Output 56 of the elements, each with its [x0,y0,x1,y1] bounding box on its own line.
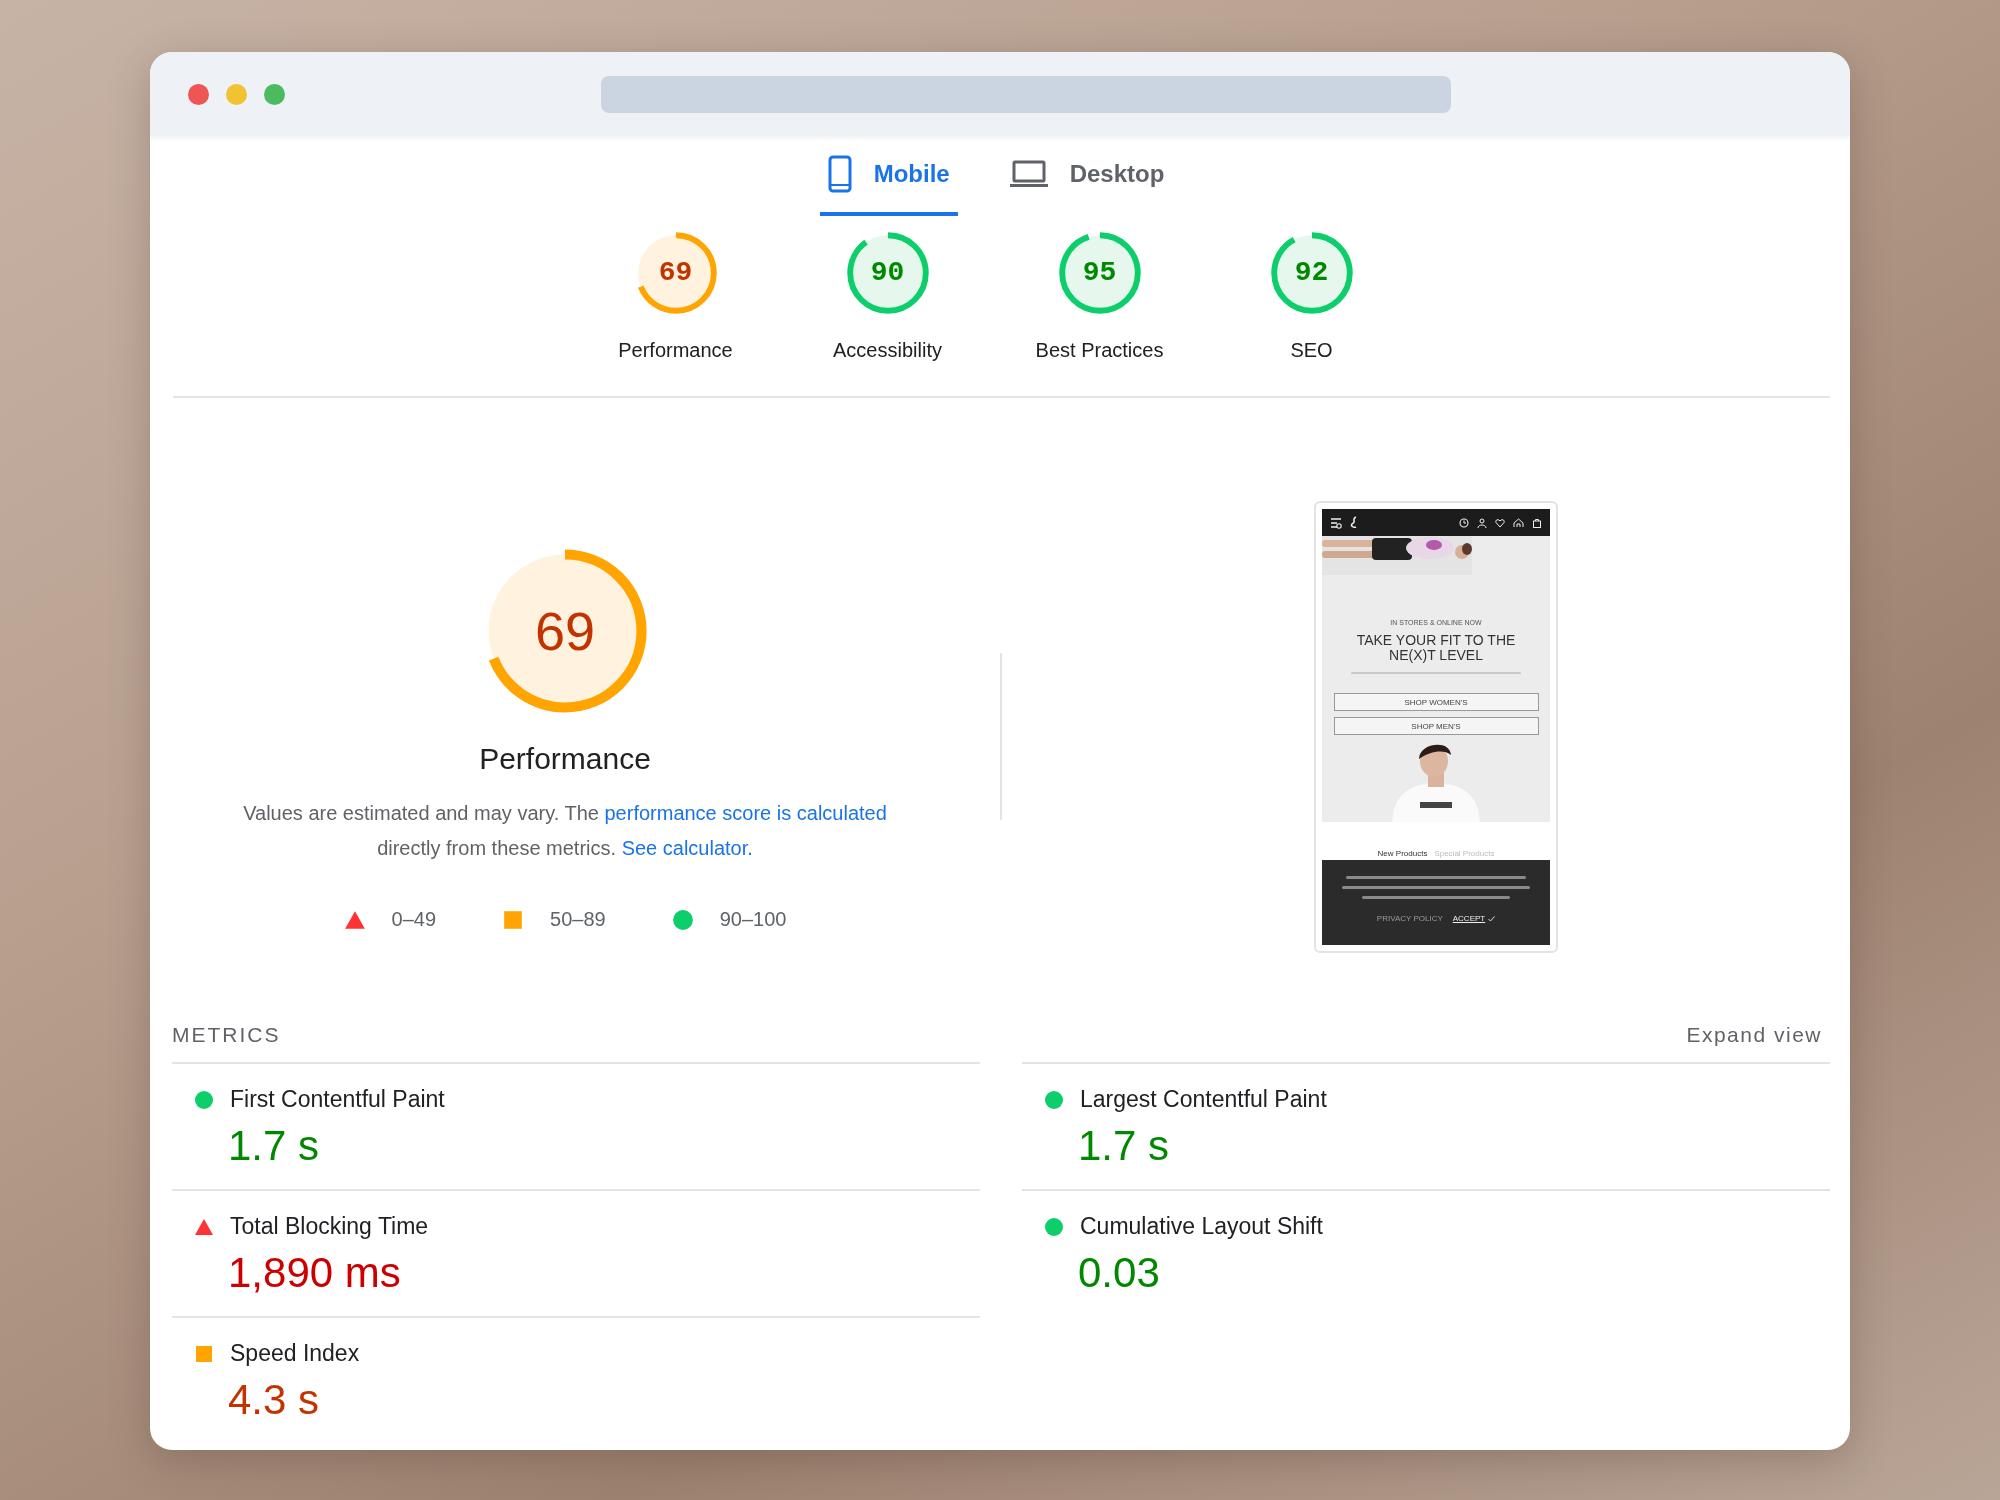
policy-link[interactable]: PRIVACY POLICY [1376,914,1443,923]
tab[interactable]: Desktop [1001,136,1173,216]
metric-name: First Contentful Paint [230,1086,445,1113]
dot-icon [671,908,694,931]
category-label: SEO [1290,339,1333,362]
score-value: 69 [658,259,693,287]
dot-icon [194,1089,214,1110]
house-icon [1513,517,1524,528]
score-value: 95 [1082,259,1117,287]
person-icon [1477,517,1487,528]
expand-view-button[interactable]: Expand view [1686,1023,1830,1047]
shop-button[interactable]: SHOP MEN'S [1333,717,1539,735]
metric-name: Largest Contentful Paint [1080,1086,1327,1113]
dot-icon [1044,1089,1064,1110]
zoom-button[interactable] [264,83,285,105]
accept-button[interactable]: ACCEPT [1452,914,1496,923]
minimize-button[interactable] [226,83,247,105]
heart-icon [1495,517,1505,528]
menu-icon [1330,516,1342,529]
clock-icon [1459,517,1469,528]
shop-button[interactable]: SHOP WOMEN'S [1333,693,1539,711]
address-bar[interactable] [601,75,1451,113]
metric-value: 1,890 ms [228,1250,401,1297]
score-value: 90 [870,259,905,287]
headline-text: TAKE YOUR FIT TO THE NE(X)T LEVEL [1355,633,1517,663]
description-text: Values are estimated and may vary. The performance score is calculated directly from these metrics. See calculator. [242,801,888,861]
phone-icon [827,155,852,193]
bag-icon [1532,517,1542,528]
square-icon [194,1343,214,1364]
close-button[interactable] [188,83,209,105]
metric-value: 0.03 [1078,1250,1160,1297]
metric-value: 1.7 s [1078,1123,1170,1170]
metric-value: 1.7 s [228,1123,320,1170]
category-label: Performance [618,339,733,362]
text-link[interactable]: performance score is calculated [604,802,887,824]
score-value: 92 [1294,259,1329,287]
metric-name: Total Blocking Time [230,1213,429,1240]
metric-name: Cumulative Layout Shift [1080,1213,1323,1240]
check-icon [1488,915,1496,922]
laptop-icon [1009,160,1048,188]
section-heading: METRICS [172,1023,281,1047]
metric-name: Speed Index [230,1340,360,1367]
square-icon [502,908,525,931]
category-label: Best Practices [1035,339,1164,362]
squiggle-icon [1350,516,1358,529]
legend-label: 90–100 [719,908,787,931]
dot-icon [1044,1216,1064,1237]
legend-label: 50–89 [550,908,606,931]
text-link[interactable]: See calculator. [621,837,753,859]
product-tab[interactable]: New Products [1377,849,1428,858]
metric-value: 4.3 s [228,1377,320,1424]
category-label: Accessibility [833,339,942,362]
section-title: Performance [479,742,651,776]
score-value: 69 [534,604,596,658]
legend-label: 0–49 [391,908,437,931]
tab[interactable]: Mobile [819,136,958,216]
